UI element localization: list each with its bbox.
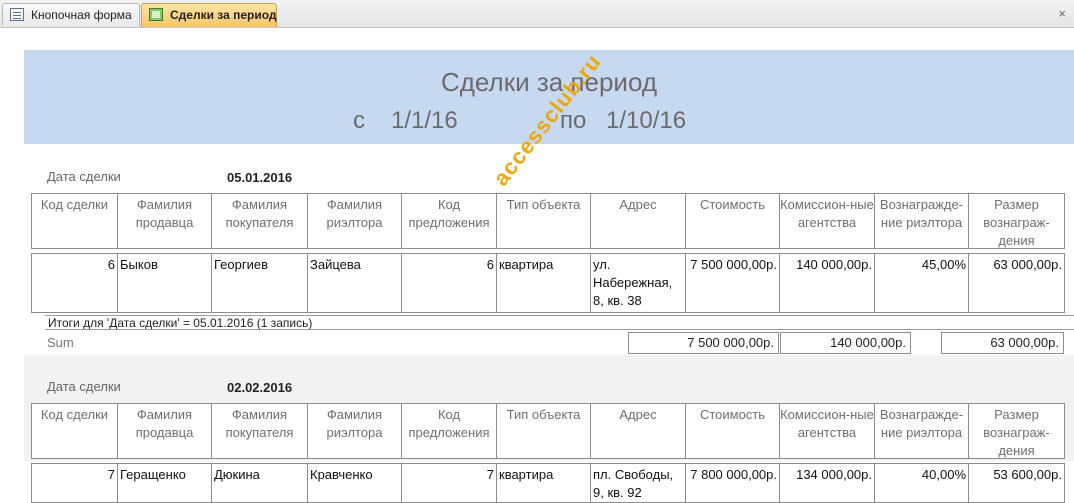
sum-label: Sum bbox=[47, 335, 74, 350]
col-header-address: Адрес bbox=[590, 403, 686, 459]
col-header-reward: Размер вознаграж-дения bbox=[968, 403, 1065, 459]
sum-cost: 7 500 000,00р. bbox=[628, 332, 779, 354]
close-icon[interactable]: × bbox=[1058, 6, 1066, 21]
col-header-buyer: Фамилия покупателя bbox=[211, 403, 308, 459]
cell-reward: 53 600,00р. bbox=[968, 463, 1065, 503]
col-header-realtor: Фамилия риэлтора bbox=[307, 193, 402, 249]
col-header-deal-code: Код сделки bbox=[31, 403, 118, 459]
cell-realtor: Зайцева bbox=[307, 253, 402, 313]
cell-reward: 63 000,00р. bbox=[968, 253, 1065, 313]
col-header-buyer: Фамилия покупателя bbox=[211, 193, 308, 249]
cell-commission: 134 000,00р. bbox=[779, 463, 875, 503]
col-header-commission: Комиссион-ные агентства bbox=[779, 403, 875, 459]
period-to-value: 1/10/16 bbox=[606, 107, 687, 134]
group-divider bbox=[45, 329, 1074, 330]
cell-cost: 7 500 000,00р. bbox=[685, 253, 780, 313]
cell-offer-code: 6 bbox=[401, 253, 497, 313]
period-from-label: с bbox=[353, 107, 365, 134]
col-header-commission: Комиссион-ные агентства bbox=[779, 193, 875, 249]
cell-deal-code: 7 bbox=[31, 463, 118, 503]
cell-cost: 7 800 000,00р. bbox=[685, 463, 780, 503]
group-date-value: 05.01.2016 bbox=[227, 170, 293, 185]
tab-deals-report[interactable]: Сделки за период bbox=[141, 3, 277, 27]
col-header-object-type: Тип объекта bbox=[496, 193, 591, 249]
cell-offer-code: 7 bbox=[401, 463, 497, 503]
group-date-value: 02.02.2016 bbox=[227, 380, 293, 395]
form-icon bbox=[10, 8, 24, 21]
col-header-reward-pct: Вознагражде-ние риэлтора bbox=[874, 403, 969, 459]
col-header-deal-code: Код сделки bbox=[31, 193, 118, 249]
col-header-reward: Размер вознаграж-дения bbox=[968, 193, 1065, 249]
cell-address: пл. Свободы, 9, кв. 92 bbox=[590, 463, 686, 503]
group-date-label: Дата сделки bbox=[47, 169, 121, 184]
cell-realtor: Кравченко bbox=[307, 463, 402, 503]
cell-object-type: квартира bbox=[496, 463, 591, 503]
cell-seller: Быков bbox=[117, 253, 212, 313]
col-header-object-type: Тип объекта bbox=[496, 403, 591, 459]
col-header-cost: Стоимость bbox=[685, 403, 780, 459]
cell-object-type: квартира bbox=[496, 253, 591, 313]
cell-commission: 140 000,00р. bbox=[779, 253, 875, 313]
cell-deal-code: 6 bbox=[31, 253, 118, 313]
sum-reward: 63 000,00р. bbox=[941, 332, 1064, 354]
tab-label: Кнопочная форма bbox=[31, 8, 132, 22]
group-header-band bbox=[24, 355, 1074, 399]
col-header-offer-code: Код предложения bbox=[401, 403, 497, 459]
group-totals-text: Итоги для 'Дата сделки' = 05.01.2016 (1 … bbox=[48, 316, 313, 330]
col-header-seller: Фамилия продавца bbox=[117, 403, 212, 459]
group-date-label: Дата сделки bbox=[47, 379, 121, 394]
report-title: Сделки за период bbox=[440, 67, 658, 97]
tab-label: Сделки за период bbox=[170, 8, 277, 22]
period-from-value: 1/1/16 bbox=[391, 107, 458, 134]
col-header-offer-code: Код предложения bbox=[401, 193, 497, 249]
col-header-address: Адрес bbox=[590, 193, 686, 249]
cell-reward-pct: 40,00% bbox=[874, 463, 969, 503]
sum-commission: 140 000,00р. bbox=[780, 332, 911, 354]
col-header-cost: Стоимость bbox=[685, 193, 780, 249]
col-header-reward-pct: Вознагражде-ние риэлтора bbox=[874, 193, 969, 249]
report-icon bbox=[149, 8, 163, 21]
tab-switchboard-form[interactable]: Кнопочная форма bbox=[2, 3, 140, 26]
cell-seller: Геращенко bbox=[117, 463, 212, 503]
col-header-seller: Фамилия продавца bbox=[117, 193, 212, 249]
col-header-realtor: Фамилия риэлтора bbox=[307, 403, 402, 459]
document-tab-strip: Кнопочная форма Сделки за период × bbox=[0, 0, 1074, 28]
cell-reward-pct: 45,00% bbox=[874, 253, 969, 313]
cell-address: ул. Набережная, 8, кв. 38 bbox=[590, 253, 686, 313]
cell-buyer: Георгиев bbox=[211, 253, 308, 313]
cell-buyer: Дюкина bbox=[211, 463, 308, 503]
